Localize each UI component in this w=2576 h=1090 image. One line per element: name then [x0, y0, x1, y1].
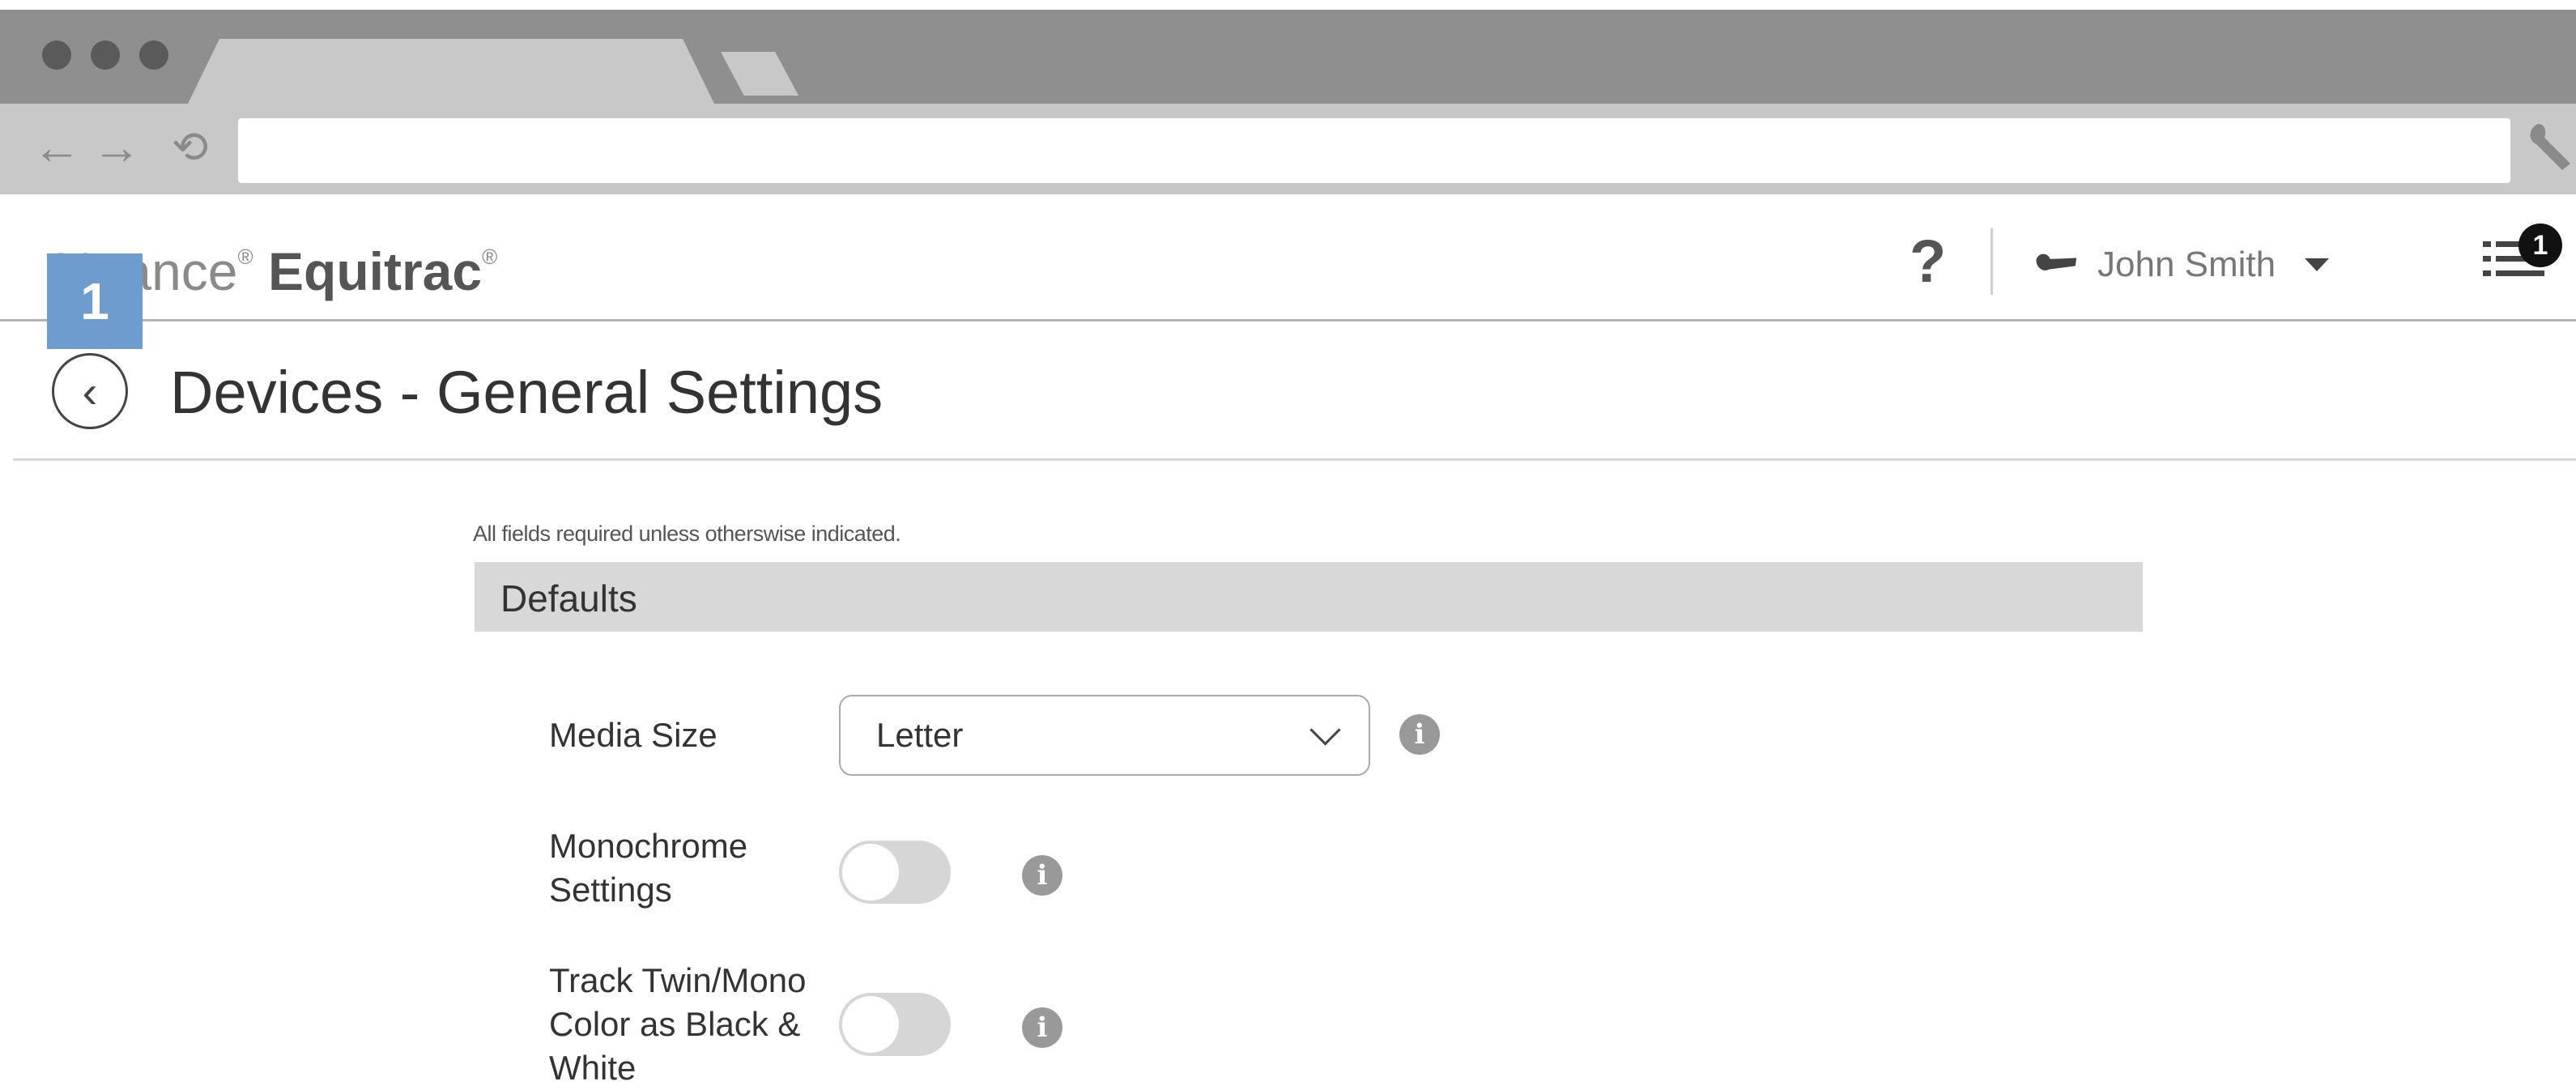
browser-settings-wrench-icon[interactable]	[2527, 118, 2575, 189]
logo-registered-mark-2: ®	[482, 245, 498, 269]
address-bar[interactable]	[238, 118, 2510, 183]
media-size-label: Media Size	[549, 716, 717, 754]
chevron-left-icon: ‹	[82, 365, 98, 417]
section-title: Defaults	[500, 577, 637, 620]
toggle-knob	[842, 844, 899, 901]
info-icon[interactable]: i	[1022, 1007, 1062, 1048]
chevron-down-icon	[2305, 258, 2330, 271]
back-button[interactable]: ‹	[52, 353, 128, 429]
user-name: John Smith	[2097, 245, 2276, 284]
help-icon[interactable]: ?	[1910, 225, 1946, 298]
list-icon-bullet	[2483, 270, 2491, 276]
step-number-badge: 1	[47, 253, 143, 349]
notification-count-badge: 1	[2519, 224, 2562, 267]
list-icon-line	[2496, 270, 2544, 276]
user-menu[interactable]: John Smith	[2036, 236, 2330, 293]
reload-icon[interactable]: ⟲	[172, 115, 208, 180]
media-size-select[interactable]: Letter	[839, 695, 1370, 776]
section-header-defaults: Defaults	[475, 562, 2143, 632]
label-line: Color as Black &	[549, 1005, 801, 1043]
forward-arrow-icon[interactable]: →	[92, 115, 141, 180]
media-size-value: Letter	[876, 716, 964, 754]
chevron-down-icon	[1309, 714, 1341, 746]
page-title: Devices - General Settings	[170, 359, 884, 426]
required-fields-note: All fields required unless otherswise in…	[473, 522, 901, 546]
back-arrow-icon[interactable]: ←	[32, 115, 81, 180]
browser-tab-active[interactable]	[188, 39, 714, 104]
monochrome-settings-label: Monochrome Settings	[549, 824, 747, 912]
logo-text-bold: Equitrac	[268, 241, 483, 301]
list-icon-bullet	[2483, 256, 2491, 262]
monochrome-settings-toggle[interactable]	[839, 841, 951, 904]
wrench-icon	[2530, 124, 2570, 170]
window-maximize-dot[interactable]	[139, 40, 168, 70]
toggle-knob	[842, 996, 899, 1053]
notifications-button[interactable]: 1	[2483, 224, 2562, 285]
list-icon-bullet	[2483, 241, 2491, 247]
track-twin-mono-label: Track Twin/Mono Color as Black & White	[549, 959, 806, 1090]
header-divider	[1991, 228, 1993, 295]
label-line: Settings	[549, 871, 672, 909]
track-twin-mono-toggle[interactable]	[839, 993, 951, 1056]
window-edge	[0, 0, 2576, 10]
label-line: Monochrome	[549, 827, 748, 865]
title-divider	[13, 458, 2576, 461]
window-close-dot[interactable]	[42, 40, 71, 70]
logo-registered-mark: ®	[237, 245, 253, 269]
info-icon[interactable]: i	[1022, 855, 1062, 896]
info-icon[interactable]: i	[1399, 714, 1440, 755]
window-minimize-dot[interactable]	[91, 40, 120, 70]
label-line: White	[549, 1049, 637, 1087]
label-line: Track Twin/Mono	[549, 961, 807, 999]
